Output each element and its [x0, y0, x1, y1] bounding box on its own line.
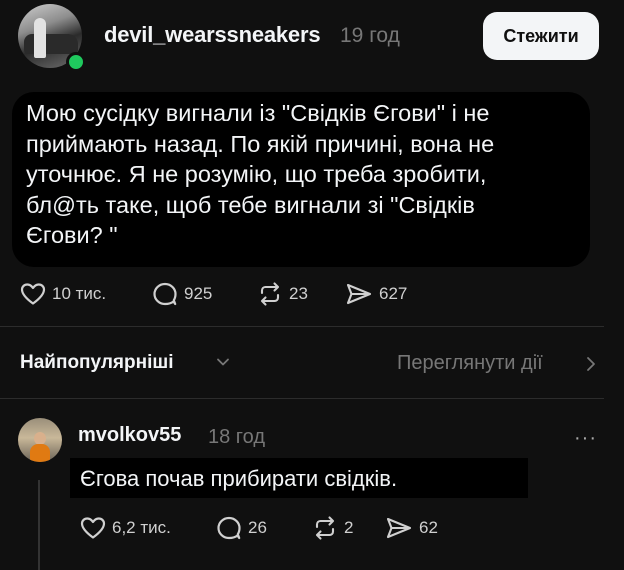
avatar-person-shape — [34, 18, 46, 58]
repost-button[interactable]: 23 — [257, 282, 308, 306]
more-options-icon[interactable]: ··· — [574, 427, 597, 450]
like-count: 10 тис. — [52, 284, 107, 303]
view-activity-link[interactable]: Переглянути дії — [397, 352, 543, 375]
reply-text: Єгова почав прибирати свідків. — [80, 466, 398, 491]
comment-count: 925 — [184, 284, 213, 303]
repost-icon — [315, 516, 335, 540]
reply-share-button[interactable]: 62 — [385, 516, 438, 540]
reply-author-name[interactable]: mvolkov55 — [78, 424, 181, 447]
post-text: Мою сусідку вигнали із "Свідків Єгови" і… — [26, 100, 495, 248]
avatar-car-shape — [24, 34, 78, 54]
reply-comment-button[interactable]: 26 — [216, 516, 267, 540]
reply-share-count: 62 — [419, 518, 438, 537]
online-status-dot — [66, 52, 86, 72]
reply-repost-count: 2 — [344, 518, 354, 537]
reply-like-button[interactable]: 6,2 тис. — [80, 516, 171, 540]
reply-repost-button[interactable]: 2 — [312, 516, 353, 540]
reply-timestamp: 18 год — [208, 426, 266, 448]
post-author-name[interactable]: devil_wearssneakers — [104, 22, 321, 48]
repost-count: 23 — [289, 284, 308, 303]
share-icon — [386, 517, 412, 539]
reply-like-count: 6,2 тис. — [112, 518, 171, 537]
reply-author-avatar[interactable] — [18, 418, 62, 462]
share-button[interactable]: 627 — [345, 282, 407, 306]
chevron-down-icon[interactable] — [216, 355, 230, 369]
comment-icon — [217, 516, 241, 540]
comment-icon — [153, 282, 177, 306]
section-divider — [0, 398, 604, 399]
like-button[interactable]: 10 тис. — [20, 282, 106, 306]
heart-icon — [20, 283, 46, 305]
heart-icon — [80, 517, 106, 539]
sort-dropdown[interactable]: Найпопулярніші — [20, 352, 173, 374]
avatar-shirt-shape — [30, 444, 50, 462]
section-divider — [0, 326, 604, 327]
chevron-right-icon[interactable] — [585, 356, 597, 372]
thread-line — [38, 480, 40, 570]
comment-button[interactable]: 925 — [152, 282, 212, 306]
repost-icon — [260, 282, 280, 306]
follow-button[interactable]: Стежити — [483, 12, 599, 60]
share-icon — [346, 283, 372, 305]
post-timestamp: 19 год — [340, 24, 400, 47]
reply-comment-count: 26 — [248, 518, 267, 537]
share-count: 627 — [379, 284, 408, 303]
